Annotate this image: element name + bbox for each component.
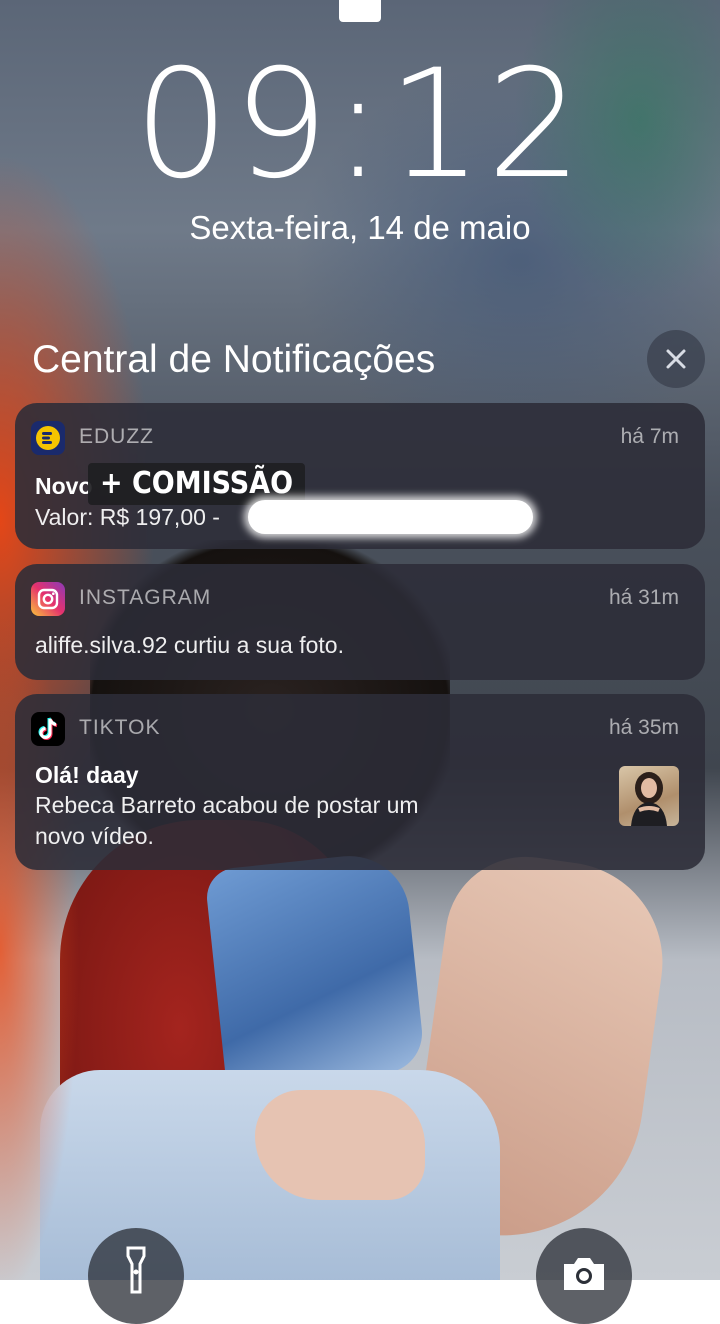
notification-instagram[interactable]: INSTAGRAM há 31m aliffe.silva.92 curtiu …	[15, 564, 705, 680]
wallpaper-denim-jacket	[204, 850, 426, 1090]
notification-header: EDUZZ há 7m	[31, 421, 679, 457]
notification-body-line2: novo vídeo.	[35, 823, 154, 849]
commission-overlay-label: + COMISSÃO	[88, 463, 306, 505]
notification-title: Novo	[35, 473, 93, 499]
notification-body: aliffe.silva.92 curtiu a sua foto.	[35, 632, 344, 658]
notification-thumbnail	[619, 766, 679, 826]
instagram-icon	[31, 582, 65, 616]
wallpaper-hand	[255, 1090, 425, 1200]
notification-body-line1: Rebeca Barreto acabou de postar um	[35, 792, 419, 818]
lockscreen-date: Sexta-feira, 14 de maio	[189, 209, 531, 246]
app-name: TIKTOK	[79, 716, 161, 739]
notification-center-title: Central de Notificações	[32, 338, 436, 381]
notification-time: há 7m	[620, 425, 679, 448]
redaction-scribble	[248, 500, 533, 534]
camera-button[interactable]	[536, 1228, 632, 1324]
notification-time: há 31m	[608, 586, 679, 609]
notification-body: Valor: R$ 197,00 -	[35, 504, 220, 530]
app-name: EDUZZ	[79, 425, 154, 448]
app-name: INSTAGRAM	[79, 586, 212, 609]
clear-notifications-button[interactable]	[647, 330, 705, 388]
lockscreen-clock: 09:12	[133, 38, 587, 212]
flashlight-icon	[126, 1246, 146, 1294]
notification-tiktok[interactable]: TIKTOK há 35m Olá! daay Rebeca Barreto a…	[15, 694, 705, 870]
notification-header: INSTAGRAM há 31m	[31, 582, 679, 618]
camera-icon	[564, 1258, 604, 1290]
notification-header: TIKTOK há 35m	[31, 712, 679, 748]
notification-title: Olá! daay	[35, 762, 139, 788]
eduzz-icon	[31, 421, 65, 455]
flashlight-button[interactable]	[88, 1228, 184, 1324]
notification-time: há 35m	[608, 716, 679, 739]
tiktok-icon	[31, 712, 65, 746]
close-icon	[666, 349, 686, 369]
notch-indicator	[339, 0, 381, 22]
